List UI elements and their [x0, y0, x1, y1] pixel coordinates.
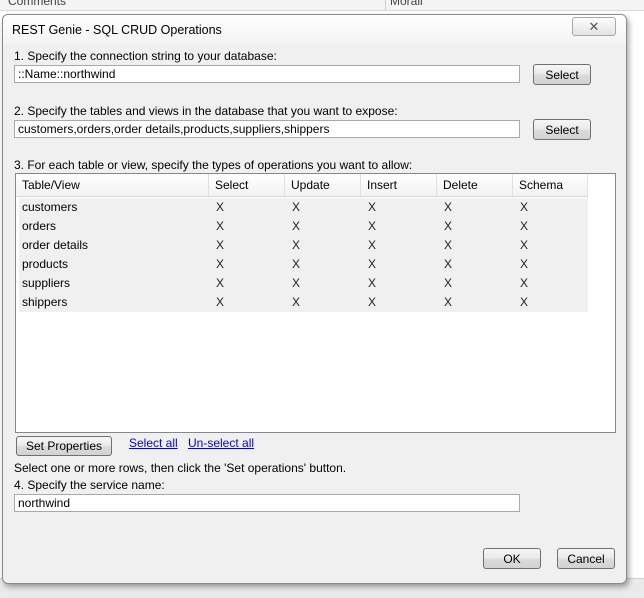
update-op-mark: X	[292, 295, 301, 309]
close-button[interactable]: ✕	[572, 17, 616, 36]
select-op-mark: X	[216, 276, 225, 290]
select-op-mark: X	[216, 200, 225, 214]
select-op-mark: X	[216, 295, 225, 309]
schema-op-mark: X	[520, 200, 529, 214]
select-op-mark: X	[216, 219, 225, 233]
delete-op-mark: X	[444, 200, 453, 214]
grid-body: customers X X X X X orders X X X X X ord…	[19, 198, 588, 312]
table-row[interactable]: order details X X X X X	[19, 236, 588, 255]
column-header-insert[interactable]: Insert	[361, 174, 437, 196]
close-icon: ✕	[588, 19, 600, 34]
background-header-strip: Comments Morall	[0, 0, 644, 11]
insert-op-mark: X	[368, 276, 377, 290]
tables-input[interactable]	[14, 120, 520, 138]
insert-op-mark: X	[368, 295, 377, 309]
background-column-text: Morall	[390, 0, 423, 8]
tables-select-button[interactable]: Select	[533, 119, 591, 140]
service-name-label: 4. Specify the service name:	[14, 478, 165, 492]
select-all-link[interactable]: Select all	[129, 436, 178, 450]
table-row[interactable]: customers X X X X X	[19, 198, 588, 217]
unselect-all-link[interactable]: Un-select all	[188, 436, 254, 450]
table-row[interactable]: suppliers X X X X X	[19, 274, 588, 293]
cancel-button[interactable]: Cancel	[557, 548, 615, 569]
connection-string-input[interactable]	[14, 65, 520, 83]
tables-label: 2. Specify the tables and views in the d…	[14, 104, 398, 118]
sql-crud-dialog: REST Genie - SQL CRUD Operations ✕ 1. Sp…	[2, 14, 627, 584]
column-header-table-view[interactable]: Table/View	[16, 174, 209, 196]
column-header-schema[interactable]: Schema	[513, 174, 588, 196]
delete-op-mark: X	[444, 238, 453, 252]
insert-op-mark: X	[368, 238, 377, 252]
table-row[interactable]: orders X X X X X	[19, 217, 588, 236]
ok-button[interactable]: OK	[483, 548, 541, 569]
row-table-name: shippers	[22, 295, 68, 309]
table-row[interactable]: shippers X X X X X	[19, 293, 588, 312]
service-name-input[interactable]	[14, 494, 520, 512]
schema-op-mark: X	[520, 257, 529, 271]
schema-op-mark: X	[520, 295, 529, 309]
delete-op-mark: X	[444, 276, 453, 290]
grid-header: Table/View Select Update Insert Delete S…	[16, 174, 588, 197]
schema-op-mark: X	[520, 238, 529, 252]
row-table-name: orders	[22, 219, 57, 233]
connection-string-label: 1. Specify the connection string to your…	[14, 49, 277, 63]
row-table-name: suppliers	[22, 276, 71, 290]
update-op-mark: X	[292, 219, 301, 233]
row-table-name: order details	[22, 238, 89, 252]
insert-op-mark: X	[368, 219, 377, 233]
select-op-mark: X	[216, 257, 225, 271]
select-op-mark: X	[216, 238, 225, 252]
dialog-title: REST Genie - SQL CRUD Operations	[12, 23, 222, 37]
operations-grid[interactable]: Table/View Select Update Insert Delete S…	[15, 173, 616, 433]
row-table-name: customers	[22, 200, 78, 214]
delete-op-mark: X	[444, 295, 453, 309]
insert-op-mark: X	[368, 257, 377, 271]
schema-op-mark: X	[520, 276, 529, 290]
update-op-mark: X	[292, 238, 301, 252]
insert-op-mark: X	[368, 200, 377, 214]
delete-op-mark: X	[444, 257, 453, 271]
selection-hint: Select one or more rows, then click the …	[14, 461, 347, 475]
background-column-divider	[385, 0, 386, 10]
delete-op-mark: X	[444, 219, 453, 233]
connection-select-button[interactable]: Select	[533, 64, 591, 85]
column-header-select[interactable]: Select	[209, 174, 285, 196]
table-row[interactable]: products X X X X X	[19, 255, 588, 274]
row-table-name: products	[22, 257, 69, 271]
update-op-mark: X	[292, 200, 301, 214]
set-properties-button[interactable]: Set Properties	[16, 436, 112, 456]
update-op-mark: X	[292, 257, 301, 271]
background-column-text: Comments	[8, 0, 67, 8]
update-op-mark: X	[292, 276, 301, 290]
schema-op-mark: X	[520, 219, 529, 233]
column-header-update[interactable]: Update	[285, 174, 361, 196]
operations-label: 3. For each table or view, specify the t…	[14, 158, 413, 172]
column-header-delete[interactable]: Delete	[437, 174, 513, 196]
dialog-titlebar: REST Genie - SQL CRUD Operations ✕	[3, 15, 626, 45]
